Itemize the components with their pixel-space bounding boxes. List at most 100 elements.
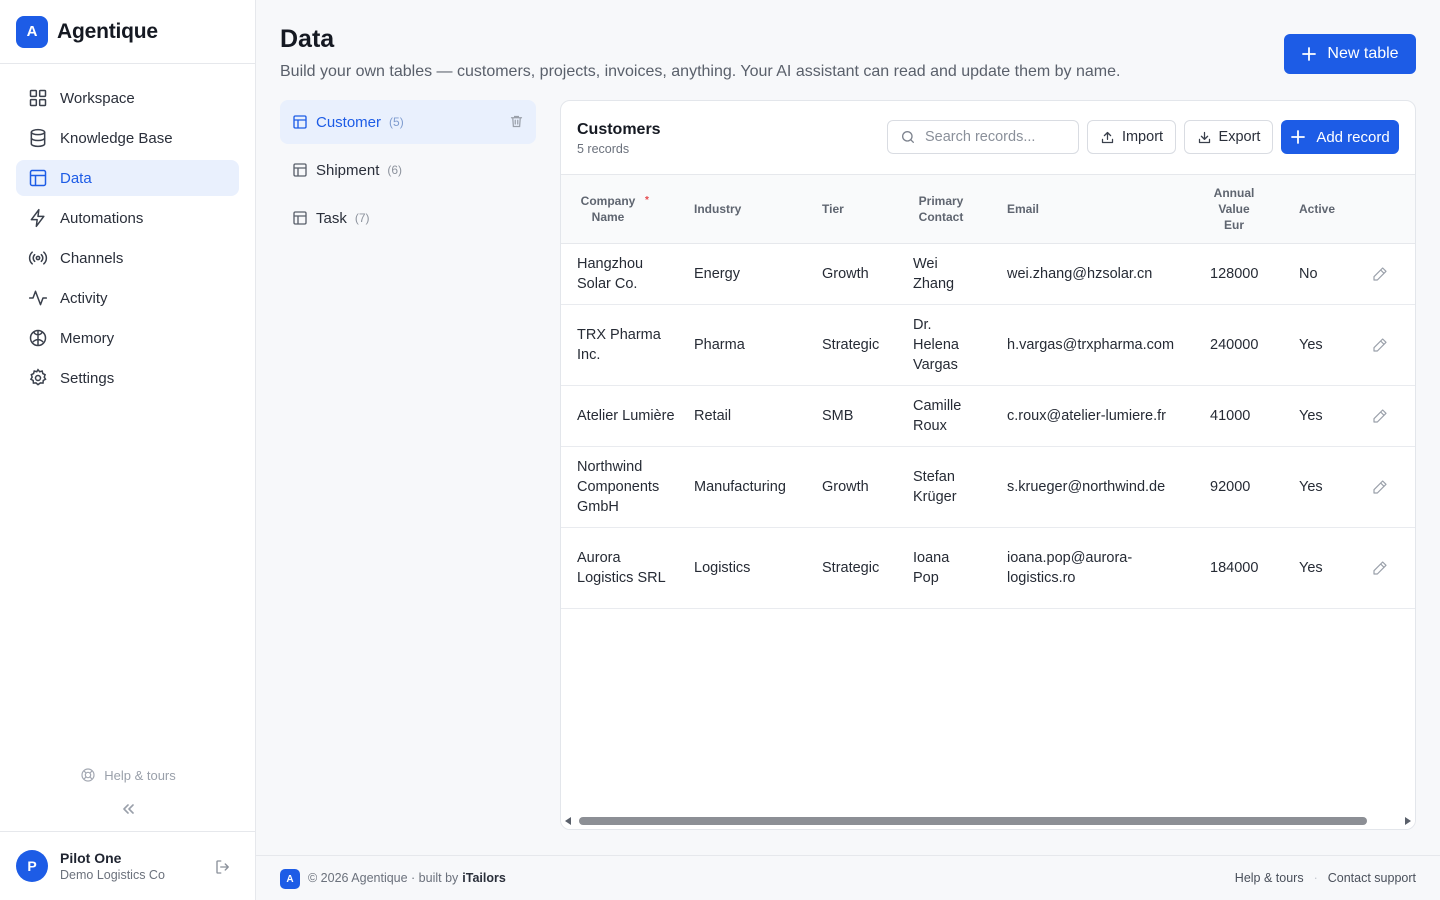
column-header-company-name[interactable]: Company Name * — [561, 175, 678, 244]
cell-email: h.vargas@trxpharma.com — [991, 304, 1194, 386]
column-header-active[interactable]: Active — [1283, 175, 1356, 244]
table-header-row: Company Name * Industry Tier Primary Cont… — [561, 175, 1415, 244]
cell-email: s.krueger@northwind.de — [991, 446, 1194, 528]
cell-contact: Stefan Krüger — [897, 446, 991, 528]
nav-item-memory[interactable]: Memory — [16, 320, 239, 356]
search-input[interactable] — [925, 129, 1075, 145]
edit-pencil-icon[interactable] — [1372, 560, 1388, 576]
main-content: Data Build your own tables — customers, … — [256, 0, 1440, 900]
table-item-count: (6) — [387, 163, 403, 177]
scroll-right-arrow[interactable] — [1405, 817, 1411, 825]
column-header-primary-contact[interactable]: Primary Contact — [897, 175, 991, 244]
nav-label: Activity — [60, 289, 108, 307]
brand-name: Agentique — [57, 19, 158, 43]
nav-item-channels[interactable]: Channels — [16, 240, 239, 276]
download-icon — [1198, 131, 1210, 143]
cell-email: c.roux@atelier-lumiere.fr — [991, 385, 1194, 447]
footer-help-link[interactable]: Help & tours — [1235, 871, 1304, 885]
cell-company: TRX Pharma Inc. — [561, 304, 678, 386]
built-by-link[interactable]: iTailors — [462, 871, 506, 885]
import-button[interactable]: Import — [1087, 120, 1176, 154]
cell-tier: Growth — [806, 446, 897, 528]
export-label: Export — [1218, 129, 1261, 145]
user-name: Pilot One — [60, 850, 122, 866]
brand[interactable]: A Agentique — [0, 0, 255, 64]
user-profile[interactable]: P Pilot One Demo Logistics Co — [0, 831, 255, 900]
table-row[interactable]: Atelier Lumière Retail SMB Camille Roux … — [561, 385, 1415, 447]
avatar: P — [16, 850, 48, 882]
cell-industry: Pharma — [678, 304, 806, 386]
nav-item-settings[interactable]: Settings — [16, 360, 239, 396]
records-card-header: Customers 5 records Import Export Add re… — [561, 101, 1415, 175]
cell-active: Yes — [1283, 385, 1356, 447]
cell-contact: Wei Zhang — [897, 243, 991, 305]
nav-item-activity[interactable]: Activity — [16, 280, 239, 316]
main-nav: Workspace Knowledge Base Data Automation… — [0, 64, 255, 396]
cell-contact: Dr. Helena Vargas — [897, 304, 991, 386]
horizontal-scrollbar[interactable] — [561, 813, 1415, 829]
nav-label: Workspace — [60, 89, 135, 107]
required-marker: * — [645, 194, 649, 206]
search-box[interactable] — [887, 120, 1079, 154]
scroll-left-arrow[interactable] — [565, 817, 571, 825]
column-header-actions — [1356, 175, 1415, 244]
table-row[interactable]: TRX Pharma Inc. Pharma Strategic Dr. Hel… — [561, 304, 1415, 386]
column-header-tier[interactable]: Tier — [806, 175, 897, 244]
cell-contact: Ioana Pop — [897, 527, 991, 609]
copyright-text: © 2026 Agentique · built by — [308, 871, 459, 885]
cell-tier: Strategic — [806, 304, 897, 386]
page-title: Data — [280, 25, 335, 53]
cell-value: 240000 — [1194, 304, 1283, 386]
cell-active: Yes — [1283, 304, 1356, 386]
logout-icon[interactable] — [214, 858, 232, 876]
user-org: Demo Logistics Co — [60, 868, 165, 882]
nav-item-workspace[interactable]: Workspace — [16, 80, 239, 116]
cell-value: 184000 — [1194, 527, 1283, 609]
cell-company: Northwind Components GmbH — [561, 446, 678, 528]
nav-label: Data — [60, 169, 92, 187]
cell-value: 41000 — [1194, 385, 1283, 447]
cell-company: Atelier Lumière — [561, 385, 678, 447]
cell-actions — [1356, 527, 1415, 609]
nav-item-data[interactable]: Data — [16, 160, 239, 196]
edit-pencil-icon[interactable] — [1372, 408, 1388, 424]
column-header-label: Annual Value Eur — [1213, 185, 1255, 232]
cell-email: wei.zhang@hzsolar.cn — [991, 243, 1194, 305]
footer-support-link[interactable]: Contact support — [1328, 871, 1416, 885]
table-row[interactable]: Northwind Components GmbH Manufacturing … — [561, 446, 1415, 528]
add-record-button[interactable]: Add record — [1281, 120, 1399, 154]
gear-icon — [29, 368, 47, 386]
cell-actions — [1356, 385, 1415, 447]
trash-icon[interactable] — [509, 114, 524, 129]
cell-industry: Manufacturing — [678, 446, 806, 528]
broadcast-icon — [28, 251, 48, 265]
column-header-industry[interactable]: Industry — [678, 175, 806, 244]
cell-industry: Retail — [678, 385, 806, 447]
new-table-button[interactable]: New table — [1284, 34, 1416, 74]
export-button[interactable]: Export — [1184, 120, 1273, 154]
nav-item-knowledge-base[interactable]: Knowledge Base — [16, 120, 239, 156]
edit-pencil-icon[interactable] — [1372, 266, 1388, 282]
records-card: Customers 5 records Import Export Add re… — [560, 100, 1416, 830]
column-header-annual-value[interactable]: Annual Value Eur — [1194, 175, 1283, 244]
table-item-shipment[interactable]: Shipment (6) — [280, 148, 536, 192]
column-header-label: Industry — [694, 201, 742, 216]
table-item-task[interactable]: Task (7) — [280, 196, 536, 240]
scrollbar-thumb[interactable] — [579, 817, 1367, 825]
column-header-label: Primary Contact — [918, 193, 964, 224]
collapse-sidebar-icon[interactable] — [118, 800, 138, 818]
records-count: 5 records — [577, 142, 630, 156]
table-item-customer[interactable]: Customer (5) — [280, 100, 536, 144]
records-title: Customers — [577, 121, 661, 138]
page-subtitle: Build your own tables — customers, proje… — [280, 63, 1121, 80]
table-row[interactable]: Aurora Logistics SRL Logistics Strategic… — [561, 527, 1415, 609]
new-table-label: New table — [1327, 45, 1399, 62]
table-icon — [29, 169, 47, 187]
cell-active: Yes — [1283, 527, 1356, 609]
edit-pencil-icon[interactable] — [1372, 337, 1388, 353]
nav-item-automations[interactable]: Automations — [16, 200, 239, 236]
sidebar-help-tours[interactable]: Help & tours — [0, 767, 256, 783]
table-row[interactable]: Hangzhou Solar Co. Energy Growth Wei Zha… — [561, 243, 1415, 305]
column-header-email[interactable]: Email — [991, 175, 1194, 244]
edit-pencil-icon[interactable] — [1372, 479, 1388, 495]
